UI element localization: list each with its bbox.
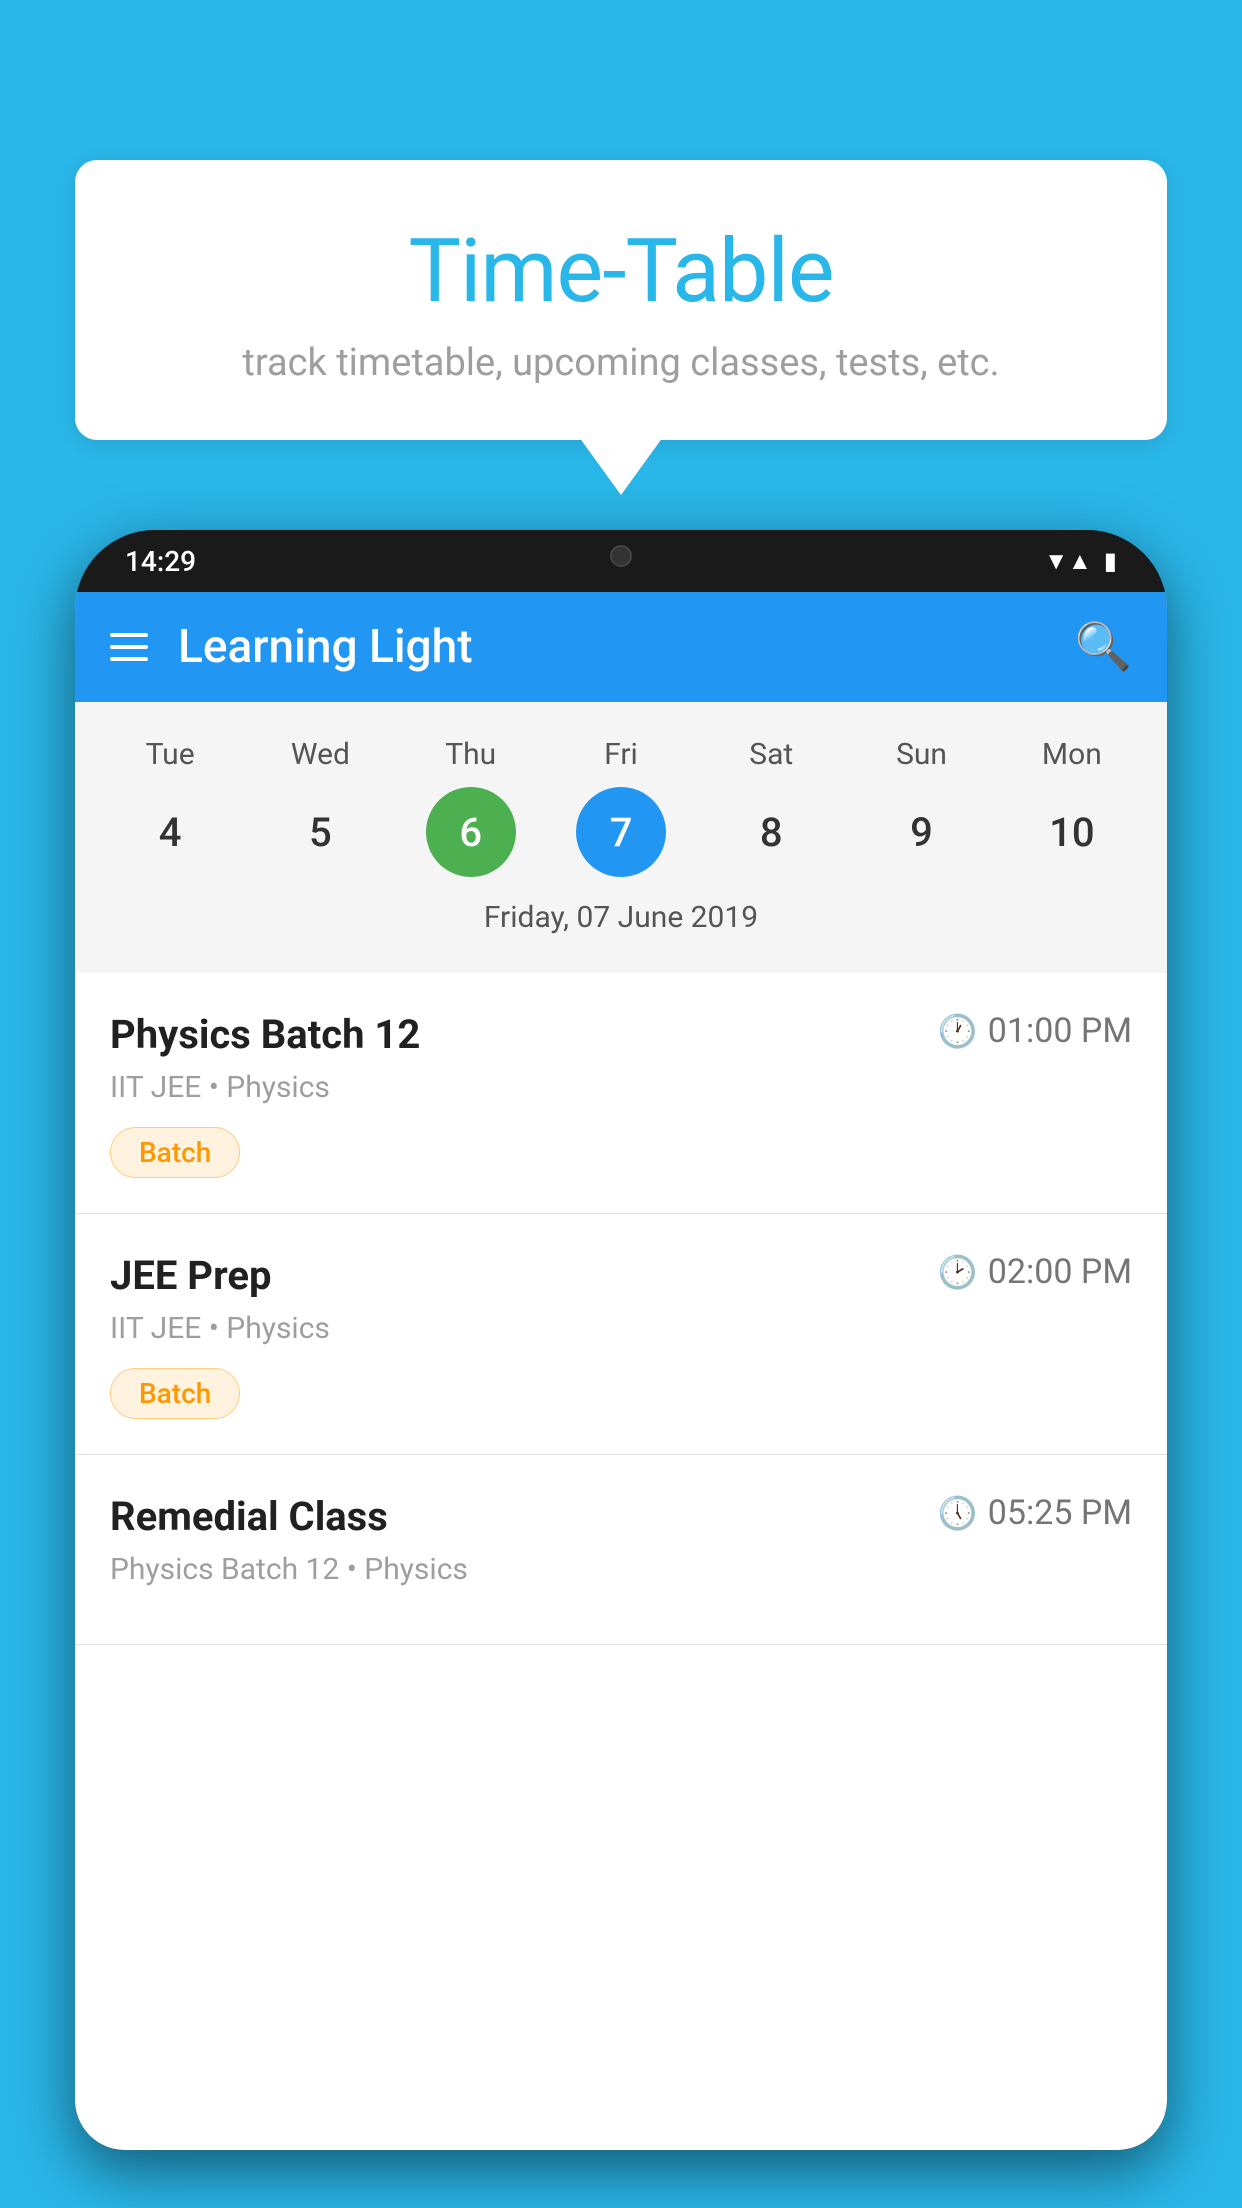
clock-icon-2: 🕑 xyxy=(938,1253,978,1291)
schedule-item-remedial[interactable]: Remedial Class 🕔 05:25 PM Physics Batch … xyxy=(75,1455,1167,1645)
app-title: Learning Light xyxy=(178,620,473,674)
front-camera xyxy=(610,545,632,567)
calendar-days-header: Tue Wed Thu Fri Sat Sun Mon xyxy=(75,722,1167,777)
day-mon: Mon xyxy=(1007,737,1137,772)
schedule-subtitle-2: IIT JEE • Physics xyxy=(110,1311,1132,1346)
phone-time: 14:29 xyxy=(125,545,196,578)
speech-bubble-container: Time-Table track timetable, upcoming cla… xyxy=(75,160,1167,440)
schedule-title-1: Physics Batch 12 xyxy=(110,1011,420,1058)
phone-notch xyxy=(541,530,701,582)
schedule-list: Physics Batch 12 🕐 01:00 PM IIT JEE • Ph… xyxy=(75,973,1167,2150)
day-fri: Fri xyxy=(556,737,686,772)
time-value-1: 01:00 PM xyxy=(988,1011,1132,1051)
day-wed: Wed xyxy=(255,737,385,772)
date-4[interactable]: 4 xyxy=(125,787,215,877)
calendar-section: Tue Wed Thu Fri Sat Sun Mon 4 5 6 7 8 9 … xyxy=(75,702,1167,973)
app-bar-left: Learning Light xyxy=(110,620,473,674)
speech-bubble: Time-Table track timetable, upcoming cla… xyxy=(75,160,1167,440)
batch-badge-2: Batch xyxy=(110,1368,240,1419)
batch-badge-1: Batch xyxy=(110,1127,240,1178)
schedule-time-3: 🕔 05:25 PM xyxy=(938,1493,1132,1533)
schedule-time-1: 🕐 01:00 PM xyxy=(938,1011,1132,1051)
schedule-subtitle-3: Physics Batch 12 • Physics xyxy=(110,1552,1132,1587)
date-5[interactable]: 5 xyxy=(275,787,365,877)
phone-screen: Learning Light 🔍 Tue Wed Thu Fri Sat Sun… xyxy=(75,592,1167,2150)
time-value-3: 05:25 PM xyxy=(988,1493,1132,1533)
date-8[interactable]: 8 xyxy=(726,787,816,877)
schedule-title-3: Remedial Class xyxy=(110,1493,388,1540)
schedule-item-header: Physics Batch 12 🕐 01:00 PM xyxy=(110,1011,1132,1058)
schedule-item-header-2: JEE Prep 🕑 02:00 PM xyxy=(110,1252,1132,1299)
selected-date-label: Friday, 07 June 2019 xyxy=(75,892,1167,953)
date-10[interactable]: 10 xyxy=(1027,787,1117,877)
schedule-subtitle-1: IIT JEE • Physics xyxy=(110,1070,1132,1105)
date-9[interactable]: 9 xyxy=(877,787,967,877)
time-value-2: 02:00 PM xyxy=(988,1252,1132,1292)
search-icon[interactable]: 🔍 xyxy=(1075,620,1132,674)
schedule-item-physics-batch[interactable]: Physics Batch 12 🕐 01:00 PM IIT JEE • Ph… xyxy=(75,973,1167,1214)
app-bar: Learning Light 🔍 xyxy=(75,592,1167,702)
schedule-time-2: 🕑 02:00 PM xyxy=(938,1252,1132,1292)
phone-wrapper: 14:29 ▼▲ ▮ Learning Light xyxy=(75,530,1167,2208)
day-thu: Thu xyxy=(406,737,536,772)
clock-icon-3: 🕔 xyxy=(938,1494,978,1532)
date-7-selected[interactable]: 7 xyxy=(576,787,666,877)
wifi-icon: ▼▲ xyxy=(1044,547,1092,576)
status-bar: 14:29 ▼▲ ▮ xyxy=(75,530,1167,592)
bubble-title: Time-Table xyxy=(125,220,1117,323)
day-tue: Tue xyxy=(105,737,235,772)
phone-frame: 14:29 ▼▲ ▮ Learning Light xyxy=(75,530,1167,2150)
bubble-subtitle: track timetable, upcoming classes, tests… xyxy=(125,341,1117,385)
status-icons: ▼▲ ▮ xyxy=(1044,547,1117,576)
battery-icon: ▮ xyxy=(1104,547,1117,575)
clock-icon-1: 🕐 xyxy=(938,1012,978,1050)
hamburger-menu-button[interactable] xyxy=(110,633,148,661)
schedule-item-jee-prep[interactable]: JEE Prep 🕑 02:00 PM IIT JEE • Physics Ba… xyxy=(75,1214,1167,1455)
schedule-title-2: JEE Prep xyxy=(110,1252,271,1299)
day-sun: Sun xyxy=(857,737,987,772)
day-sat: Sat xyxy=(706,737,836,772)
schedule-item-header-3: Remedial Class 🕔 05:25 PM xyxy=(110,1493,1132,1540)
calendar-dates: 4 5 6 7 8 9 10 xyxy=(75,777,1167,892)
date-6-today[interactable]: 6 xyxy=(426,787,516,877)
